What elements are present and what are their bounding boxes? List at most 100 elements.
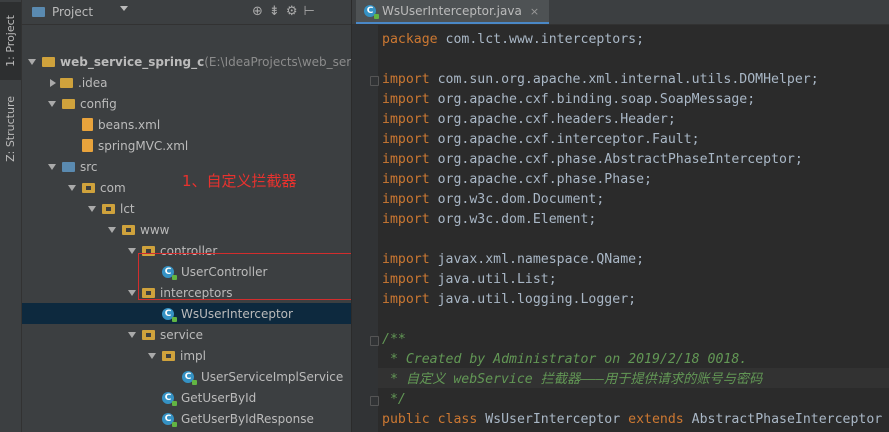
tree-item-path: (E:\IdeaProjects\web_servic [204,54,351,69]
editor-gutter [352,25,378,432]
expand-arrow-down-icon[interactable] [48,163,56,170]
structure-tab-label: Z: Structure [4,96,17,162]
tree-item-label: lct [120,201,135,216]
chevron-down-icon[interactable] [120,6,128,11]
hide-icon[interactable]: ⊢ [303,4,314,19]
package-icon [82,182,95,193]
tree-item-label: com [100,180,126,195]
code-area[interactable]: package com.lct.www.interceptors; import… [370,30,883,430]
java-class-icon: C [364,5,379,19]
package-icon [102,203,115,214]
tree-item[interactable]: lct [88,198,135,219]
tree-item-label: impl [180,348,206,363]
java-class-icon: C [162,412,177,427]
tree-item[interactable]: impl [148,345,206,366]
expand-arrow-down-icon[interactable] [128,247,136,254]
tool-window-strip: 1: Project Z: Structure [0,0,22,432]
code-line: */ [370,390,882,410]
tree-item-label: web_service_spring_c [60,54,205,69]
java-class-icon: C [162,307,177,322]
project-panel-header: Project ⊕ ⇟ ⚙ ⊢ [22,0,351,25]
code-line: import org.apache.cxf.binding.soap.SoapM… [382,92,756,107]
project-panel: Project ⊕ ⇟ ⚙ ⊢ web_service_spring_c (E:… [22,0,351,432]
code-line: /** [370,330,882,350]
expand-arrow-down-icon[interactable] [28,58,36,65]
code-line: import org.apache.cxf.interceptor.Fault; [382,132,700,147]
target-icon[interactable]: ⊕ [252,4,263,19]
code-line: import com.sun.org.apache.xml.internal.u… [370,70,882,90]
tree-item[interactable]: config [48,93,117,114]
editor-tab-bar: C WsUserInterceptor.java × [352,0,889,25]
tree-item[interactable]: service [128,324,203,345]
fold-marker-icon[interactable] [370,396,379,406]
tree-item-label: GetUserById [181,390,257,405]
tree-item[interactable]: C GetUserById [148,387,256,408]
folder-icon [60,77,73,88]
code-line: import java.util.logging.Logger; [382,292,637,307]
expand-arrow-down-icon[interactable] [108,226,116,233]
code-line: * 自定义 webService 拦截器———用于提供请求的账号与密码 [382,372,763,387]
package-icon [162,350,175,361]
tree-item[interactable]: www [108,219,169,240]
tree-item[interactable]: C UserServiceImplService [168,366,343,387]
tree-item-label: service [160,327,203,342]
tree-item-label: www [140,222,170,237]
tree-item[interactable]: springMVC.xml [68,135,188,156]
fold-marker-icon[interactable] [370,336,379,346]
xml-file-icon [82,118,93,131]
tree-item[interactable]: beans.xml [68,114,160,135]
source-folder-icon [62,161,75,172]
folder-icon [62,98,75,109]
tree-item-label: UserServiceImplService [201,369,344,384]
code-line: package com.lct.www.interceptors; [382,32,645,47]
code-editor[interactable]: C WsUserInterceptor.java × package com.l… [352,0,889,432]
code-line: import org.apache.cxf.phase.Phase; [382,172,652,187]
editor-tab-label: WsUserInterceptor.java [382,4,522,18]
java-class-icon: C [182,370,197,385]
editor-tab[interactable]: C WsUserInterceptor.java × [356,0,550,24]
tree-item-label: config [80,96,117,111]
project-tab-label: 1: Project [4,15,17,67]
tree-item-label: GetUserByIdResponse [181,411,314,426]
tree-item[interactable]: com [68,177,126,198]
expand-arrow-down-icon[interactable] [48,100,56,107]
collapse-icon[interactable]: ⇟ [269,4,280,19]
annotation-label: 1、自定义拦截器 [182,172,297,190]
java-class-icon: C [162,391,177,406]
tree-item-label: WsUserInterceptor [181,306,293,321]
project-view-selector[interactable]: Project [52,5,93,19]
code-line: import org.w3c.dom.Element; [382,212,597,227]
expand-arrow-down-icon[interactable] [128,289,136,296]
expand-arrow-down-icon[interactable] [148,352,156,359]
expand-arrow-right-icon[interactable] [50,78,56,87]
xml-file-icon [82,139,93,152]
tree-item-label: springMVC.xml [98,138,189,153]
project-tool-tab[interactable]: 1: Project [0,2,21,80]
tree-item[interactable]: C GetUserByIdResponse [148,408,314,429]
code-line: import javax.xml.namespace.QName; [382,252,645,267]
project-icon [32,7,45,17]
module-folder-icon [42,56,55,67]
expand-arrow-down-icon[interactable] [68,184,76,191]
tree-item[interactable]: .idea [48,72,108,93]
tree-item-label: beans.xml [98,117,161,132]
tree-item[interactable]: C WsUserInterceptor [148,303,293,324]
fold-marker-icon[interactable] [370,76,379,86]
tree-item[interactable]: src [48,156,98,177]
close-icon[interactable]: × [530,5,539,18]
code-line: import org.apache.cxf.phase.AbstractPhas… [382,152,803,167]
code-line: public class WsUserInterceptor extends A… [382,412,883,427]
code-line: import java.util.List; [382,272,557,287]
tree-item-label: .idea [78,75,108,90]
tree-item[interactable]: web_service_spring_c (E:\IdeaProjects\we… [28,51,351,72]
structure-tool-tab[interactable]: Z: Structure [0,84,21,174]
expand-arrow-down-icon[interactable] [128,331,136,338]
package-icon [142,329,155,340]
settings-icon[interactable]: ⚙ [286,4,298,19]
highlight-box [138,253,351,300]
code-line: import org.apache.cxf.headers.Header; [382,112,676,127]
tree-item-label: src [80,159,98,174]
expand-arrow-down-icon[interactable] [88,205,96,212]
